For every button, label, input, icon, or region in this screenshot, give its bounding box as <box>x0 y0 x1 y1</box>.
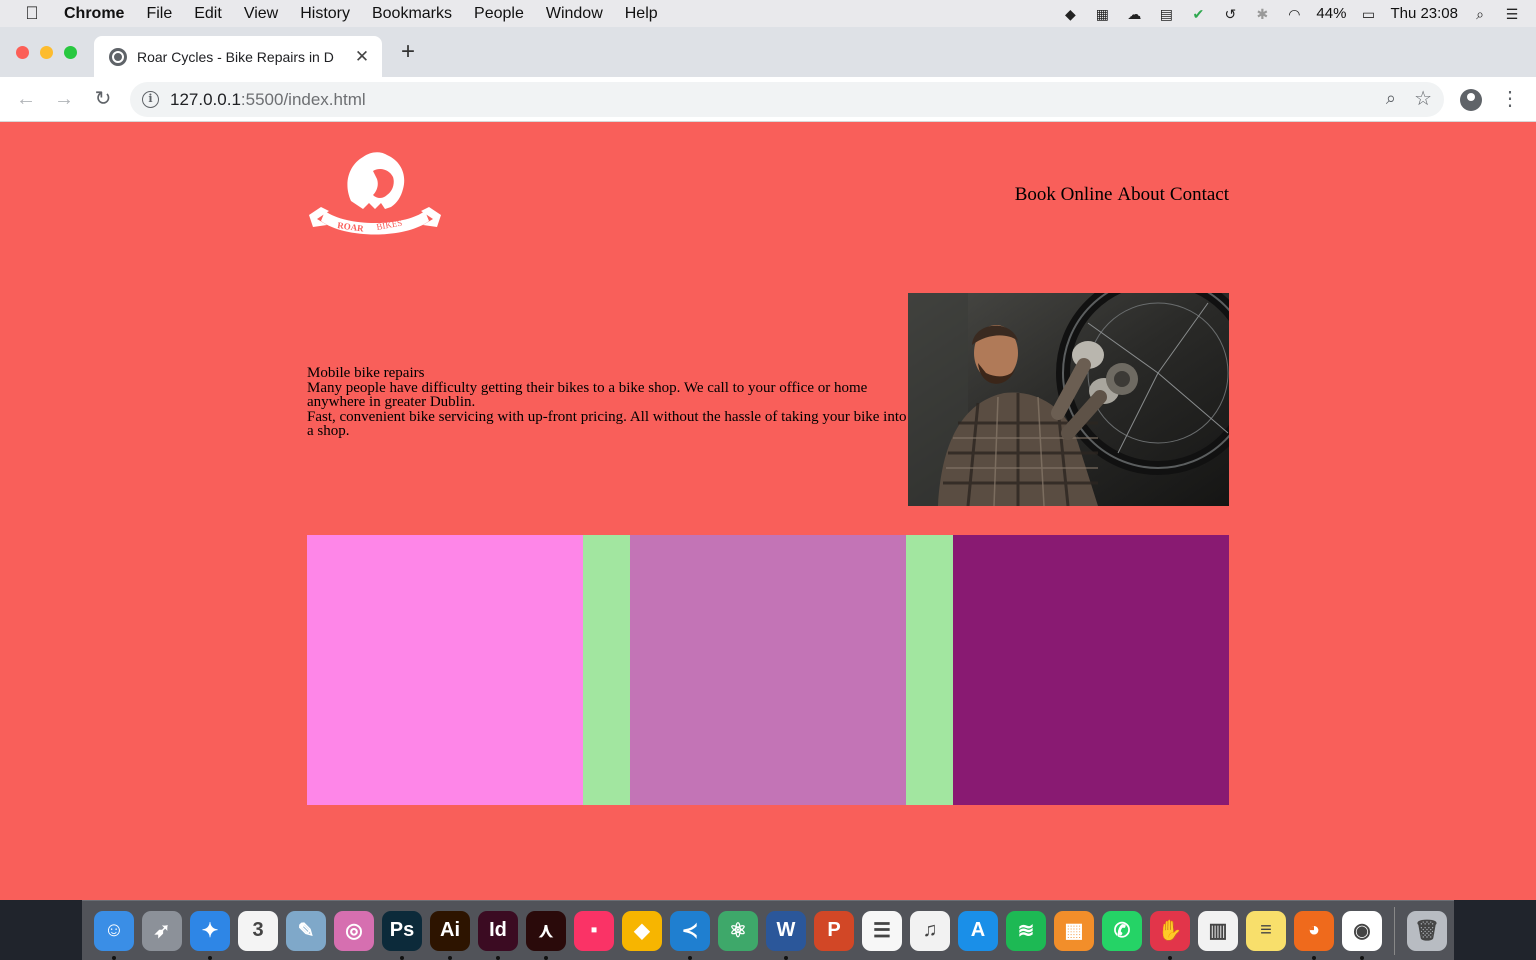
chrome-menu-icon[interactable]: ⋮ <box>1500 87 1520 111</box>
logo-text-roar: ROAR <box>337 220 365 234</box>
battery-percentage: 44% <box>1316 5 1347 22</box>
color-block-purple <box>953 535 1229 805</box>
vscode-icon[interactable]: ≺ <box>670 910 710 960</box>
color-block-gutter <box>583 535 630 805</box>
indesign-icon[interactable]: Id <box>478 910 518 960</box>
rocket-icon[interactable]: ➶ <box>142 910 182 951</box>
menu-edit[interactable]: Edit <box>194 5 222 23</box>
trash-icon[interactable]: 🗑 <box>1407 910 1447 951</box>
list-icon[interactable]: ☰ <box>862 910 902 951</box>
menu-bookmarks[interactable]: Bookmarks <box>372 5 452 23</box>
drive-icon[interactable]: ▤ <box>1156 6 1176 22</box>
photoshop-icon[interactable]: Ps <box>382 910 422 960</box>
menu-app-chrome[interactable]: Chrome <box>64 5 124 23</box>
compass-icon[interactable]: ✦ <box>190 910 230 960</box>
forward-arrow-icon[interactable]: → <box>51 86 77 112</box>
nav-link-about[interactable]: About <box>1117 184 1165 206</box>
tab-title: Roar Cycles - Bike Repairs in D <box>137 48 334 65</box>
checkmark-icon[interactable]: ✔ <box>1188 6 1208 22</box>
color-blocks-row <box>307 535 1229 805</box>
finder-icon[interactable]: ☺ <box>94 910 134 960</box>
reload-icon[interactable]: ↻ <box>90 86 116 112</box>
battery-icon[interactable]: ▭ <box>1358 6 1378 22</box>
zoom-icon[interactable]: ⌕ <box>1386 88 1396 109</box>
roar-bikes-logo[interactable]: ROAR BIKES <box>307 149 443 239</box>
macos-dock: ☺ ➶ ✦ 3 ✎ ◎ Ps Ai Id ⋏ ▪ ◆ ≺ ⚛ W P ☰ ♫ A ≋ ▦ ✆ ✋ ▥ ≡ ◕ ◉ 🗑 <box>82 900 1454 960</box>
minimize-window-button[interactable] <box>40 46 53 59</box>
whatsapp-icon[interactable]: ✆ <box>1102 910 1142 951</box>
atom-icon[interactable]: ⚛ <box>718 910 758 951</box>
notes-icon[interactable]: ≡ <box>1246 910 1286 951</box>
music-icon[interactable]: ♫ <box>910 910 950 951</box>
menu-history[interactable]: History <box>300 5 350 23</box>
chrome-icon[interactable]: ◉ <box>1342 910 1382 960</box>
browser-toolbar: ← → ↻ i 127.0.0.1:5500/index.html ⌕ ☆ ⋮ <box>0 77 1536 122</box>
notification-center-icon[interactable]: ☰ <box>1502 6 1522 22</box>
menu-people[interactable]: People <box>474 5 524 23</box>
paw-icon[interactable]: ✋ <box>1150 910 1190 960</box>
grid-icon[interactable]: ▦ <box>1054 910 1094 951</box>
appstore-icon[interactable]: A <box>958 910 998 951</box>
time-machine-icon[interactable]: ↺ <box>1220 6 1240 22</box>
new-tab-button[interactable]: + <box>396 40 420 65</box>
grid-menu-icon[interactable]: ▦ <box>1092 6 1112 22</box>
hero-heading: Mobile bike repairs <box>307 365 425 381</box>
browser-tab[interactable]: Roar Cycles - Bike Repairs in D ✕ <box>94 36 382 77</box>
web-page: ROAR BIKES Book Online About Contact Mob… <box>0 122 1536 900</box>
close-window-button[interactable] <box>16 46 29 59</box>
square-icon[interactable]: ▪ <box>574 910 614 951</box>
calendar-icon[interactable]: 3 <box>238 910 278 951</box>
address-bar-url[interactable]: 127.0.0.1:5500/index.html <box>170 90 366 110</box>
color-block-gutter <box>906 535 953 805</box>
bar-chart-icon[interactable]: ▥ <box>1198 910 1238 951</box>
back-arrow-icon[interactable]: ← <box>13 86 39 112</box>
maximize-window-button[interactable] <box>64 46 77 59</box>
nav-link-contact[interactable]: Contact <box>1170 184 1229 206</box>
color-block-mauve <box>630 535 906 805</box>
main-nav: Book Online About Contact <box>1015 184 1229 206</box>
powerpoint-icon[interactable]: P <box>814 910 854 951</box>
color-block-pink <box>307 535 583 805</box>
illustrator-icon[interactable]: Ai <box>430 910 470 960</box>
bluetooth-icon[interactable]: ✱ <box>1252 6 1272 22</box>
menu-view[interactable]: View <box>244 5 278 23</box>
tab-strip: Roar Cycles - Bike Repairs in D ✕ + <box>0 27 1536 77</box>
menu-file[interactable]: File <box>146 5 172 23</box>
clock[interactable]: Thu 23:08 <box>1390 5 1458 22</box>
nav-link-book-online[interactable]: Book Online <box>1015 184 1113 206</box>
acrobat-icon[interactable]: ⋏ <box>526 910 566 960</box>
hero-text: Mobile bike repairs Many people have dif… <box>307 366 907 439</box>
hero-mechanic-photo <box>908 293 1229 506</box>
hero-paragraph-1: Many people have difficulty getting thei… <box>307 379 868 410</box>
color-wheel-icon[interactable]: ◎ <box>334 910 374 951</box>
photo-icon[interactable]: ✎ <box>286 910 326 951</box>
globe-icon <box>109 47 127 66</box>
close-tab-icon[interactable]: ✕ <box>354 47 370 67</box>
hero-paragraph-2: Fast, convenient bike servicing with up-… <box>307 408 907 439</box>
profile-avatar-icon[interactable] <box>1460 89 1482 111</box>
word-icon[interactable]: W <box>766 910 806 960</box>
menu-help[interactable]: Help <box>625 5 658 23</box>
macos-menu-bar:  Chrome File Edit View History Bookmark… <box>0 0 1536 27</box>
apple-menu-icon[interactable]:  <box>0 3 64 24</box>
address-bar[interactable]: i 127.0.0.1:5500/index.html ⌕ ☆ <box>130 82 1444 117</box>
dock-separator <box>1394 906 1395 955</box>
firefox-icon[interactable]: ◕ <box>1294 910 1334 960</box>
diamond-icon[interactable]: ◆ <box>622 910 662 951</box>
spotlight-search-icon[interactable]: ⌕ <box>1470 6 1490 22</box>
dropbox-icon[interactable]: ◆ <box>1060 6 1080 22</box>
spotify-icon[interactable]: ≋ <box>1006 910 1046 951</box>
menu-window[interactable]: Window <box>546 5 603 23</box>
bookmark-star-icon[interactable]: ☆ <box>1414 86 1432 111</box>
creative-cloud-icon[interactable]: ☁ <box>1124 6 1144 22</box>
site-info-icon[interactable]: i <box>142 91 159 108</box>
wifi-icon[interactable]: ◠ <box>1284 6 1304 22</box>
